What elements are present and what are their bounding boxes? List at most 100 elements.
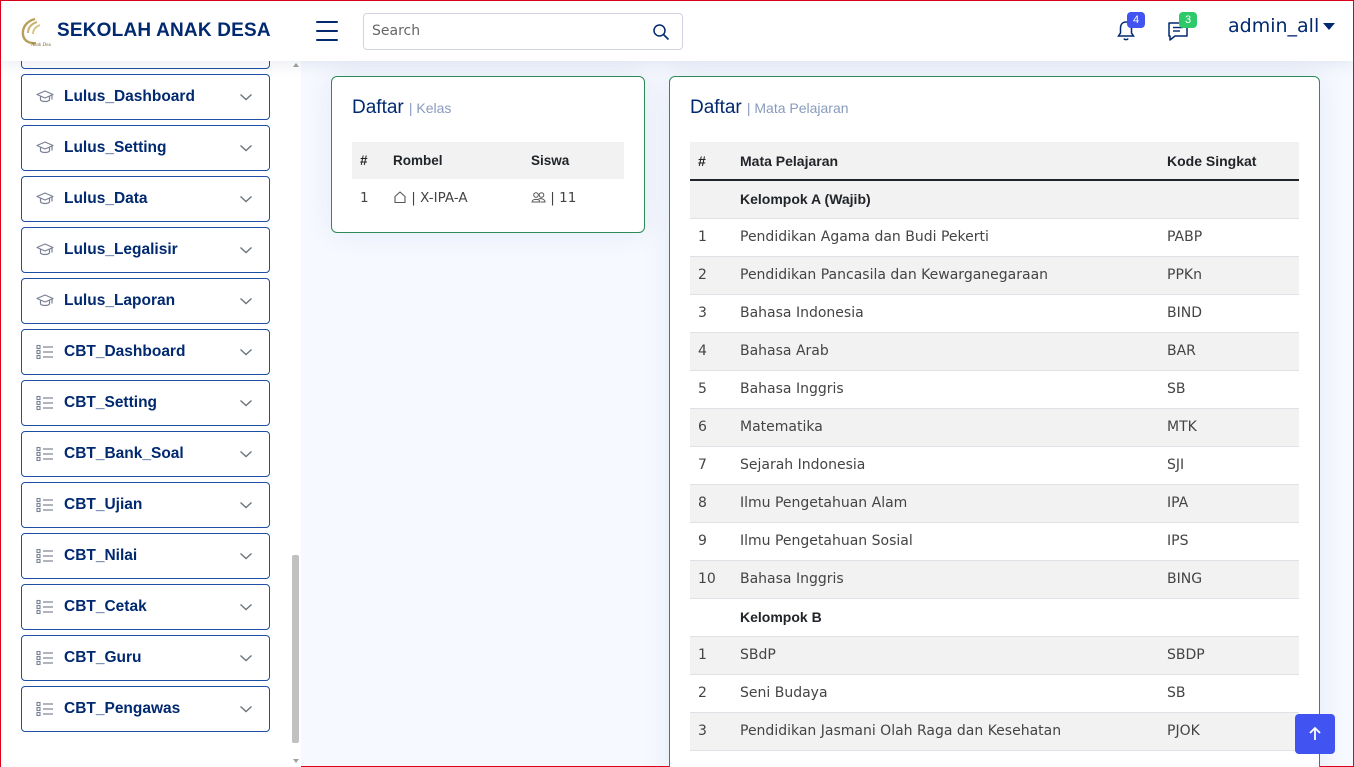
messages-count-badge: 3 — [1179, 12, 1197, 28]
card-title-sub: | Mata Pelajaran — [746, 100, 849, 116]
chevron-down-icon — [240, 399, 252, 407]
arrow-up-icon — [1309, 726, 1321, 740]
row-number: 7 — [690, 446, 732, 485]
subject-code: BIND — [1159, 294, 1299, 333]
table-row[interactable]: 4 Bahasa Arab BAR — [690, 332, 1299, 371]
row-number: 9 — [690, 522, 732, 561]
siswa-cell[interactable]: | 11 — [523, 179, 624, 216]
sidebar-item-partial[interactable] — [21, 61, 270, 69]
table-row[interactable]: 3 Pendidikan Jasmani Olah Raga dan Keseha… — [690, 712, 1299, 751]
list-check-icon — [36, 344, 53, 360]
chevron-down-icon — [240, 705, 252, 713]
table-row[interactable]: 7 Sejarah Indonesia SJI — [690, 446, 1299, 485]
chevron-down-icon — [240, 552, 252, 560]
subject-name: Bahasa Inggris — [732, 370, 1159, 409]
scroll-up-arrow-icon[interactable] — [293, 63, 299, 67]
list-check-icon — [36, 446, 53, 462]
table-header-row: # Rombel Siswa — [352, 142, 624, 179]
sidebar-item-cbt-setting[interactable]: CBT_Setting — [21, 380, 270, 426]
sidebar-item-label: Lulus_Data — [64, 190, 148, 207]
table-row[interactable]: 8 Ilmu Pengetahuan Alam IPA — [690, 484, 1299, 523]
rombel-cell[interactable]: | X-IPA-A — [385, 179, 523, 216]
card-title-main: Daftar — [352, 97, 404, 118]
subject-name: SBdP — [732, 636, 1159, 675]
group-header-row: Kelompok B — [690, 598, 1299, 637]
group-title: Kelompok A (Wajib) — [732, 180, 1159, 219]
sidebar-item-label: CBT_Pengawas — [64, 700, 181, 717]
scroll-down-arrow-icon[interactable] — [293, 759, 299, 763]
col-header-siswa: Siswa — [523, 142, 624, 179]
table-row[interactable]: 6 Matematika MTK — [690, 408, 1299, 447]
user-menu[interactable]: admin_all — [1228, 15, 1336, 37]
row-number: 3 — [690, 294, 732, 333]
notifications-button[interactable]: 4 — [1114, 12, 1145, 43]
sidebar-item-lulus-data[interactable]: Lulus_Data — [21, 176, 270, 222]
row-number: 4 — [690, 332, 732, 371]
sidebar-item-lulus-laporan[interactable]: Lulus_Laporan — [21, 278, 270, 324]
subject-code: IPA — [1159, 484, 1299, 523]
subject-code: SB — [1159, 370, 1299, 409]
messages-button[interactable]: 3 — [1166, 12, 1197, 43]
sidebar-scroll-thumb[interactable] — [292, 555, 299, 743]
list-check-icon — [36, 548, 53, 564]
sidebar-item-cbt-ujian[interactable]: CBT_Ujian — [21, 482, 270, 528]
sidebar-item-label: CBT_Dashboard — [64, 343, 186, 360]
table-row[interactable]: 2 Pendidikan Pancasila dan Kewarganegaraa… — [690, 256, 1299, 295]
sidebar-item-cbt-nilai[interactable]: CBT_Nilai — [21, 533, 270, 579]
table-header-row: # Mata Pelajaran Kode Singkat — [690, 142, 1299, 181]
row-number: 1 — [360, 189, 369, 206]
user-name: admin_all — [1228, 15, 1320, 37]
search-input[interactable] — [372, 23, 632, 39]
table-row[interactable]: 3 Bahasa Indonesia BIND — [690, 294, 1299, 333]
chevron-down-icon — [240, 603, 252, 611]
rombel-name: X-IPA-A — [420, 189, 468, 206]
chevron-down-icon — [240, 93, 252, 101]
table-row[interactable]: 9 Ilmu Pengetahuan Sosial IPS — [690, 522, 1299, 561]
search-icon[interactable] — [652, 23, 670, 41]
subject-name: Bahasa Arab — [732, 332, 1159, 371]
row-number: 6 — [690, 408, 732, 447]
list-check-icon — [36, 599, 53, 615]
app-logo[interactable]: Anak Desa SEKOLAH ANAK DESA — [19, 15, 271, 47]
chevron-down-icon — [240, 144, 252, 152]
card-title-sub: | Kelas — [408, 100, 452, 116]
list-check-icon — [36, 395, 53, 411]
sidebar-item-cbt-bank-soal[interactable]: CBT_Bank_Soal — [21, 431, 270, 477]
table-row[interactable]: 1 SBdP SBDP — [690, 636, 1299, 675]
house-icon — [394, 190, 406, 203]
back-to-top-button[interactable] — [1295, 714, 1335, 754]
group-title: Kelompok B — [732, 598, 1159, 637]
table-row[interactable]: 5 Bahasa Inggris SB — [690, 370, 1299, 409]
group-empty-cell — [1159, 598, 1299, 637]
subject-name: Ilmu Pengetahuan Sosial — [732, 522, 1159, 561]
siswa-count: 11 — [559, 189, 577, 206]
sidebar-item-lulus-setting[interactable]: Lulus_Setting — [21, 125, 270, 171]
sidebar-item-lulus-legalisir[interactable]: Lulus_Legalisir — [21, 227, 270, 273]
sidebar-item-cbt-dashboard[interactable]: CBT_Dashboard — [21, 329, 270, 375]
sidebar-item-cbt-guru[interactable]: CBT_Guru — [21, 635, 270, 681]
table-row[interactable]: 1 Pendidikan Agama dan Budi Pekerti PABP — [690, 218, 1299, 257]
group-empty-cell — [1159, 180, 1299, 219]
menu-bar-line — [316, 39, 338, 41]
row-number: 2 — [690, 674, 732, 713]
subject-code: MTK — [1159, 408, 1299, 447]
table-row[interactable]: 2 Seni Budaya SB — [690, 674, 1299, 713]
sidebar-item-label: Lulus_Legalisir — [64, 241, 178, 258]
mapel-card-title: Daftar | Mata Pelajaran — [690, 97, 849, 119]
subject-name: Bahasa Indonesia — [732, 294, 1159, 333]
group-number-cell — [690, 598, 732, 637]
table-row[interactable]: 1 | X-IPA-A | 11 — [352, 179, 624, 216]
table-row[interactable]: 10 Bahasa Inggris BING — [690, 560, 1299, 599]
sidebar-item-cbt-cetak[interactable]: CBT_Cetak — [21, 584, 270, 630]
sidebar-item-lulus-dashboard[interactable]: Lulus_Dashboard — [21, 74, 270, 120]
list-check-icon — [36, 701, 53, 717]
sidebar-item-label: CBT_Ujian — [64, 496, 143, 513]
subject-code: PPKn — [1159, 256, 1299, 295]
sidebar-item-label: CBT_Nilai — [64, 547, 138, 564]
mortarboard-icon — [36, 192, 54, 205]
kelas-table: # Rombel Siswa 1 | X-IPA-A | 11 — [352, 142, 624, 216]
mapel-table-body: Kelompok A (Wajib) 1 Pendidikan Agama dan … — [690, 180, 1299, 751]
sidebar-toggle-button[interactable] — [316, 21, 338, 41]
sidebar-item-cbt-pengawas[interactable]: CBT_Pengawas — [21, 686, 270, 732]
subject-name: Ilmu Pengetahuan Alam — [732, 484, 1159, 523]
